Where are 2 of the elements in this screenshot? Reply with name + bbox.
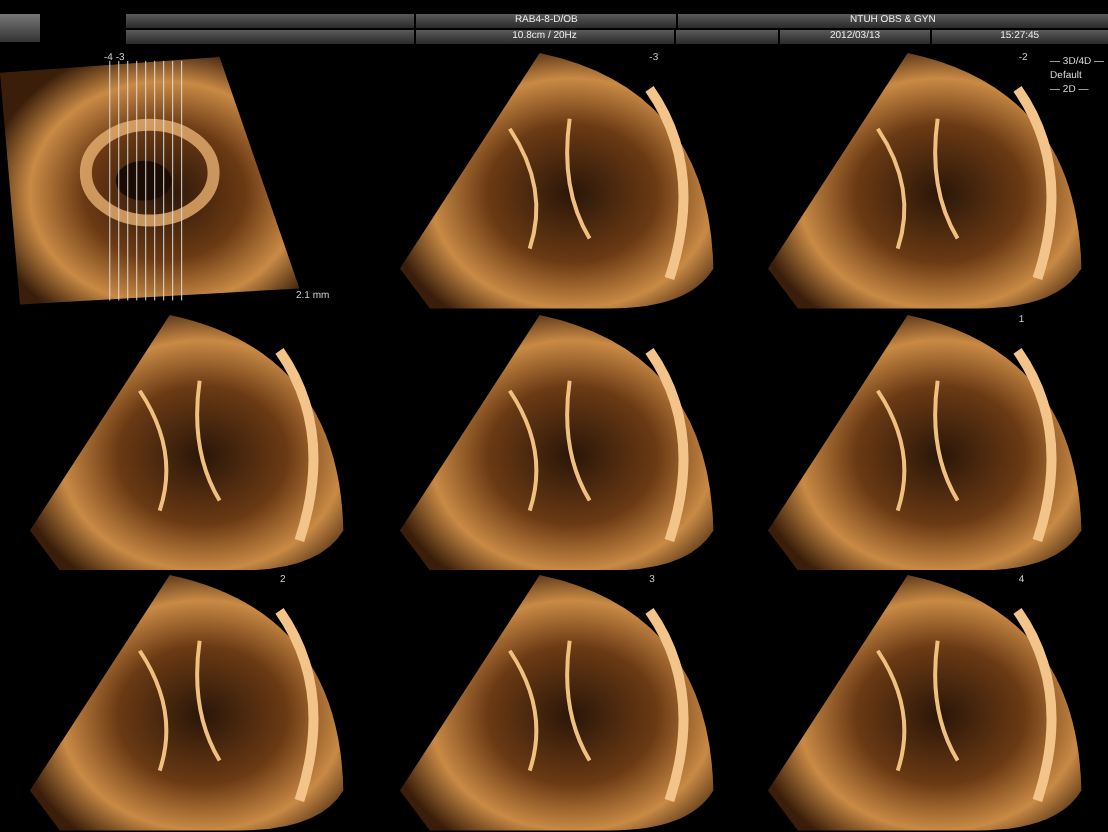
header-bar bbox=[675, 30, 779, 44]
logo-block bbox=[0, 14, 40, 42]
